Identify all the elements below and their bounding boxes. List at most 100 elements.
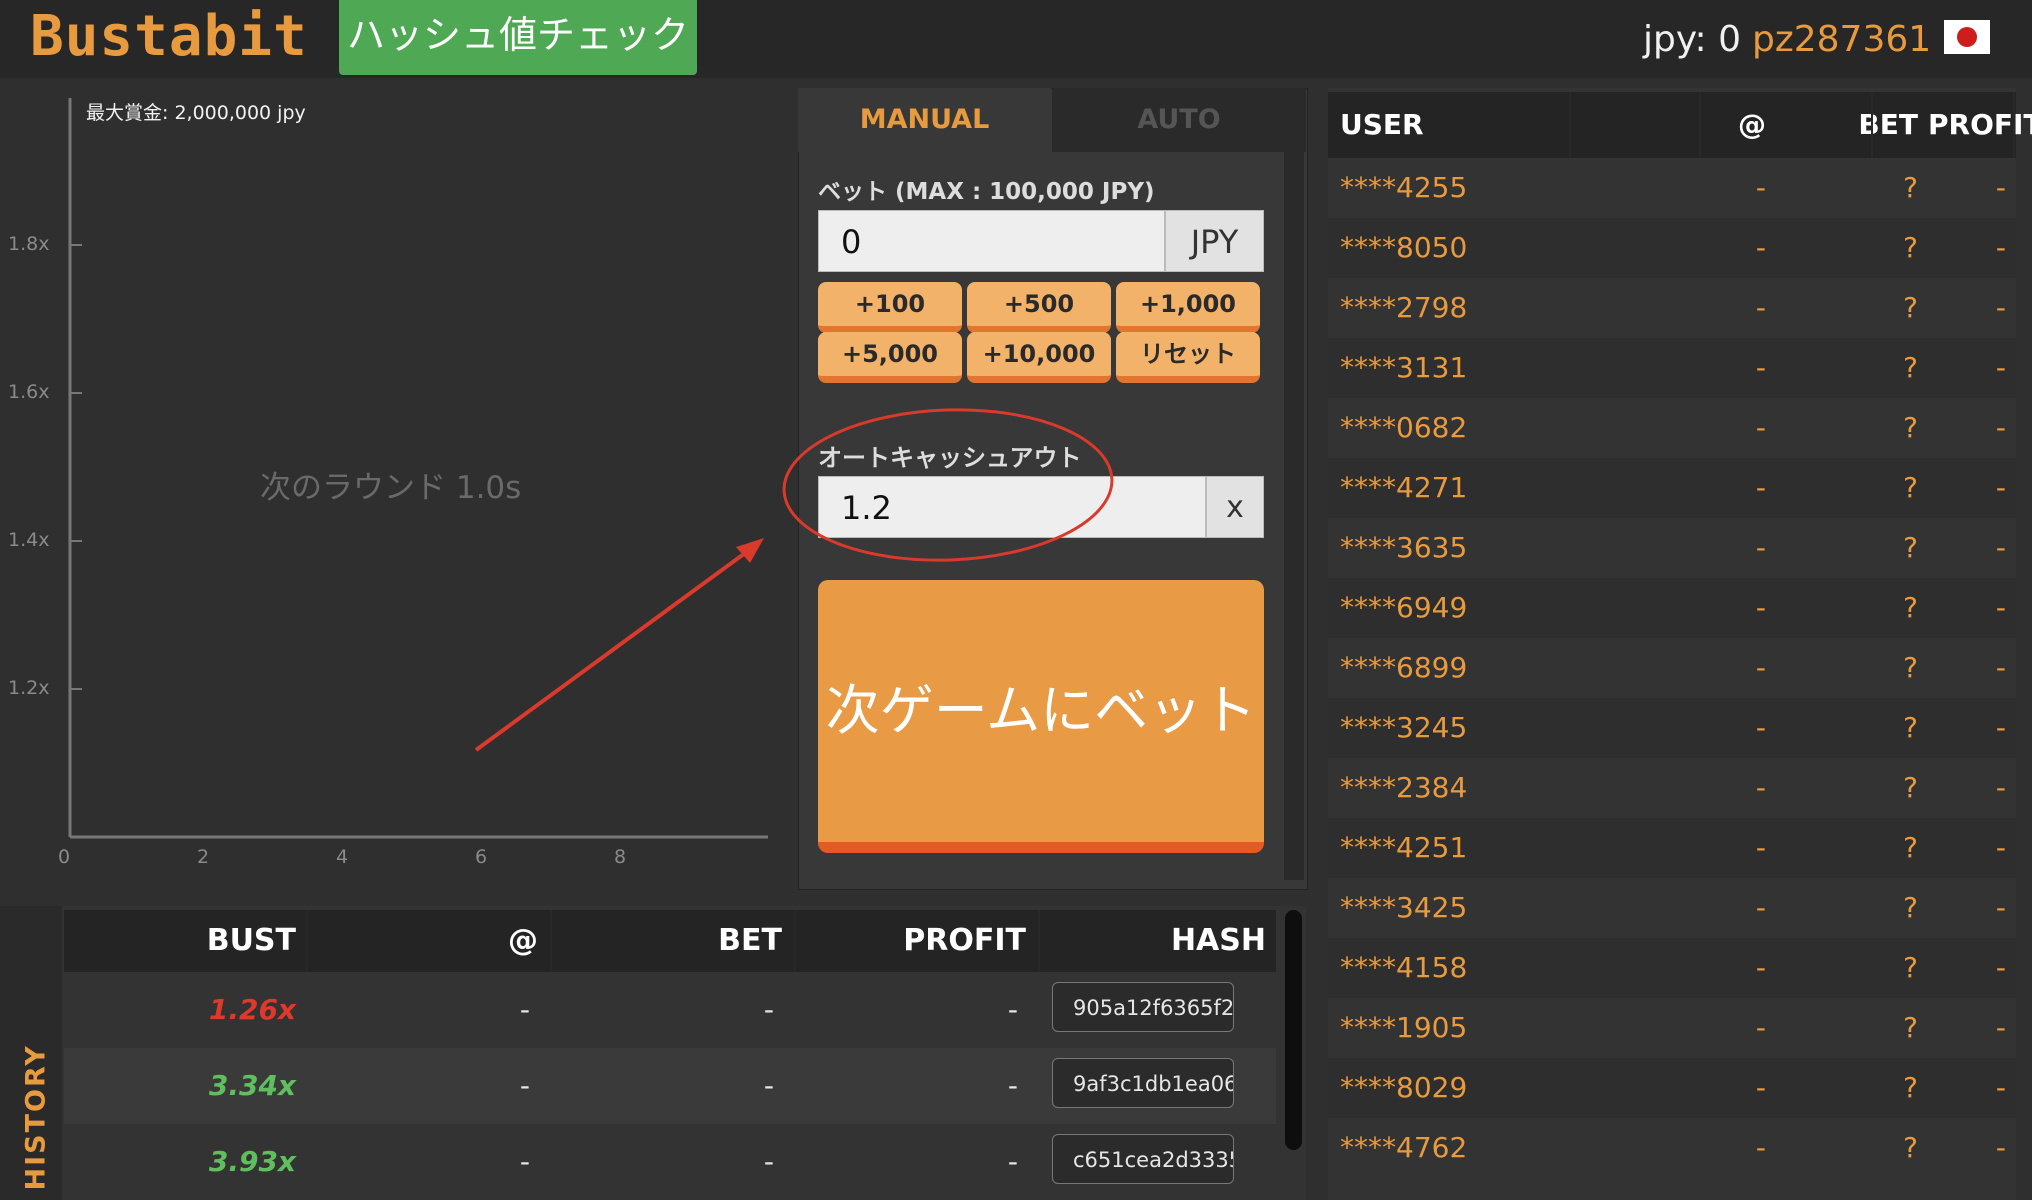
players-table-header: USER @ BET PROFIT bbox=[1328, 92, 2032, 158]
username-link[interactable]: pz287361 bbox=[1752, 0, 1931, 78]
player-username: ****3425 bbox=[1340, 891, 1468, 924]
hash-check-button[interactable]: ハッシュ値チェック bbox=[339, 0, 697, 75]
player-username: ****4762 bbox=[1340, 1131, 1468, 1164]
player-cashout: - bbox=[1755, 1071, 1766, 1104]
column-at[interactable]: @ bbox=[308, 910, 538, 972]
add-100-button[interactable]: +100 bbox=[818, 282, 962, 333]
player-row[interactable]: ****4762 -? - bbox=[1328, 1118, 2016, 1178]
player-username: ****4251 bbox=[1340, 831, 1468, 864]
column-at[interactable]: @ bbox=[1660, 92, 1766, 158]
player-row[interactable]: ****3425 -? - bbox=[1328, 878, 2016, 938]
player-row[interactable]: ****2798 -? - bbox=[1328, 278, 2016, 338]
player-row[interactable]: ****3245 -? - bbox=[1328, 698, 2016, 758]
logo[interactable]: Bustabit bbox=[30, 0, 308, 78]
bust-multiplier: 1.26x bbox=[208, 993, 296, 1026]
column-bet[interactable]: BET bbox=[552, 910, 782, 972]
bet-amount-input[interactable]: 0 bbox=[818, 210, 1165, 272]
bet-amount-label: ベット (MAX : 100,000 JPY) bbox=[818, 179, 1155, 205]
player-profit: - bbox=[1995, 1131, 2006, 1164]
player-cashout: - bbox=[1755, 351, 1766, 384]
player-row[interactable]: ****4271 -? - bbox=[1328, 458, 2016, 518]
add-5000-button[interactable]: +5,000 bbox=[818, 332, 962, 383]
history-row[interactable]: 1.26x - - - 905a12f6365f2e4 bbox=[64, 972, 1276, 1048]
player-row[interactable]: ****4158 -? - bbox=[1328, 938, 2016, 998]
tab-manual[interactable]: MANUAL bbox=[798, 88, 1051, 152]
bet-currency-unit: JPY bbox=[1165, 210, 1264, 272]
history-cashout: - bbox=[519, 993, 530, 1026]
player-row[interactable]: ****6949 -? - bbox=[1328, 578, 2016, 638]
player-username: ****0682 bbox=[1340, 411, 1468, 444]
player-profit: - bbox=[1995, 351, 2006, 384]
column-hash[interactable]: HASH bbox=[1040, 910, 1266, 972]
reset-bet-button[interactable]: リセット bbox=[1116, 332, 1260, 383]
player-bet: ? bbox=[1903, 411, 1918, 444]
add-10000-button[interactable]: +10,000 bbox=[967, 332, 1111, 383]
auto-cashout-label: オートキャッシュアウト bbox=[818, 444, 1082, 472]
japan-flag-icon[interactable] bbox=[1944, 20, 1990, 54]
player-username: ****2798 bbox=[1340, 291, 1468, 324]
player-bet: ? bbox=[1903, 891, 1918, 924]
balance: jpy: 0 bbox=[1643, 19, 1742, 60]
player-bet: ? bbox=[1903, 351, 1918, 384]
player-cashout: - bbox=[1755, 1131, 1766, 1164]
column-user[interactable]: USER bbox=[1340, 92, 1424, 158]
add-1000-button[interactable]: +1,000 bbox=[1116, 282, 1260, 333]
column-bet[interactable]: BET bbox=[1788, 92, 1918, 158]
x-tick-label: 4 bbox=[336, 846, 349, 868]
player-bet: ? bbox=[1903, 171, 1918, 204]
player-profit: - bbox=[1995, 651, 2006, 684]
history-scrollbar[interactable] bbox=[1285, 910, 1302, 1150]
player-row[interactable]: ****8050 -? - bbox=[1328, 218, 2016, 278]
player-cashout: - bbox=[1755, 411, 1766, 444]
player-profit: - bbox=[1995, 1071, 2006, 1104]
auto-cashout-input[interactable]: 1.2 bbox=[818, 476, 1206, 538]
player-row[interactable]: ****1905 -? - bbox=[1328, 998, 2016, 1058]
player-row[interactable]: ****6899 -? - bbox=[1328, 638, 2016, 698]
player-row[interactable]: ****8029 -? - bbox=[1328, 1058, 2016, 1118]
history-row[interactable]: 3.34x - - - 9af3c1db1ea0683 bbox=[64, 1048, 1276, 1124]
player-row[interactable]: ****0682 -? - bbox=[1328, 398, 2016, 458]
column-bust[interactable]: BUST bbox=[64, 910, 296, 972]
y-tick-label: 1.8x bbox=[8, 233, 50, 255]
y-tick-label: 1.6x bbox=[8, 381, 50, 403]
place-bet-button[interactable]: 次ゲームにベット bbox=[818, 580, 1264, 853]
hash-field[interactable]: c651cea2d33351 bbox=[1052, 1134, 1234, 1184]
player-bet: ? bbox=[1903, 531, 1918, 564]
player-bet: ? bbox=[1903, 471, 1918, 504]
player-profit: - bbox=[1995, 411, 2006, 444]
player-username: ****6899 bbox=[1340, 651, 1468, 684]
history-bet: - bbox=[763, 993, 774, 1026]
y-tick-label: 1.2x bbox=[8, 677, 50, 699]
history-cashout: - bbox=[519, 1145, 530, 1178]
player-cashout: - bbox=[1755, 771, 1766, 804]
player-row[interactable]: ****4251 -? - bbox=[1328, 818, 2016, 878]
max-prize: 最大賞金: 2,000,000 jpy bbox=[86, 102, 306, 124]
hash-field[interactable]: 9af3c1db1ea0683 bbox=[1052, 1058, 1234, 1108]
auto-cashout-unit: x bbox=[1206, 476, 1264, 538]
player-cashout: - bbox=[1755, 831, 1766, 864]
player-row[interactable]: ****3131 -? - bbox=[1328, 338, 2016, 398]
bust-multiplier: 3.34x bbox=[208, 1069, 296, 1102]
player-profit: - bbox=[1995, 291, 2006, 324]
history-tab-label[interactable]: HISTORY bbox=[21, 1044, 52, 1190]
history-profit: - bbox=[1007, 1145, 1018, 1178]
hash-field[interactable]: 905a12f6365f2e4 bbox=[1052, 982, 1234, 1032]
player-profit: - bbox=[1995, 531, 2006, 564]
panel-scrollbar[interactable] bbox=[1284, 152, 1304, 880]
history-profit: - bbox=[1007, 993, 1018, 1026]
column-profit[interactable]: PROFIT bbox=[796, 910, 1026, 972]
player-username: ****4255 bbox=[1340, 171, 1468, 204]
player-username: ****8050 bbox=[1340, 231, 1468, 264]
player-cashout: - bbox=[1755, 891, 1766, 924]
player-row[interactable]: ****2384 -? - bbox=[1328, 758, 2016, 818]
next-round-countdown: 次のラウンド 1.0s bbox=[260, 470, 522, 506]
history-bet: - bbox=[763, 1069, 774, 1102]
tab-auto[interactable]: AUTO bbox=[1052, 88, 1306, 152]
player-profit: - bbox=[1995, 171, 2006, 204]
history-row[interactable]: 3.93x - - - c651cea2d33351 bbox=[64, 1124, 1276, 1200]
column-profit[interactable]: PROFIT bbox=[1928, 92, 2032, 158]
player-row[interactable]: ****4255 -? - bbox=[1328, 158, 2016, 218]
add-500-button[interactable]: +500 bbox=[967, 282, 1111, 333]
player-bet: ? bbox=[1903, 591, 1918, 624]
player-row[interactable]: ****3635 -? - bbox=[1328, 518, 2016, 578]
